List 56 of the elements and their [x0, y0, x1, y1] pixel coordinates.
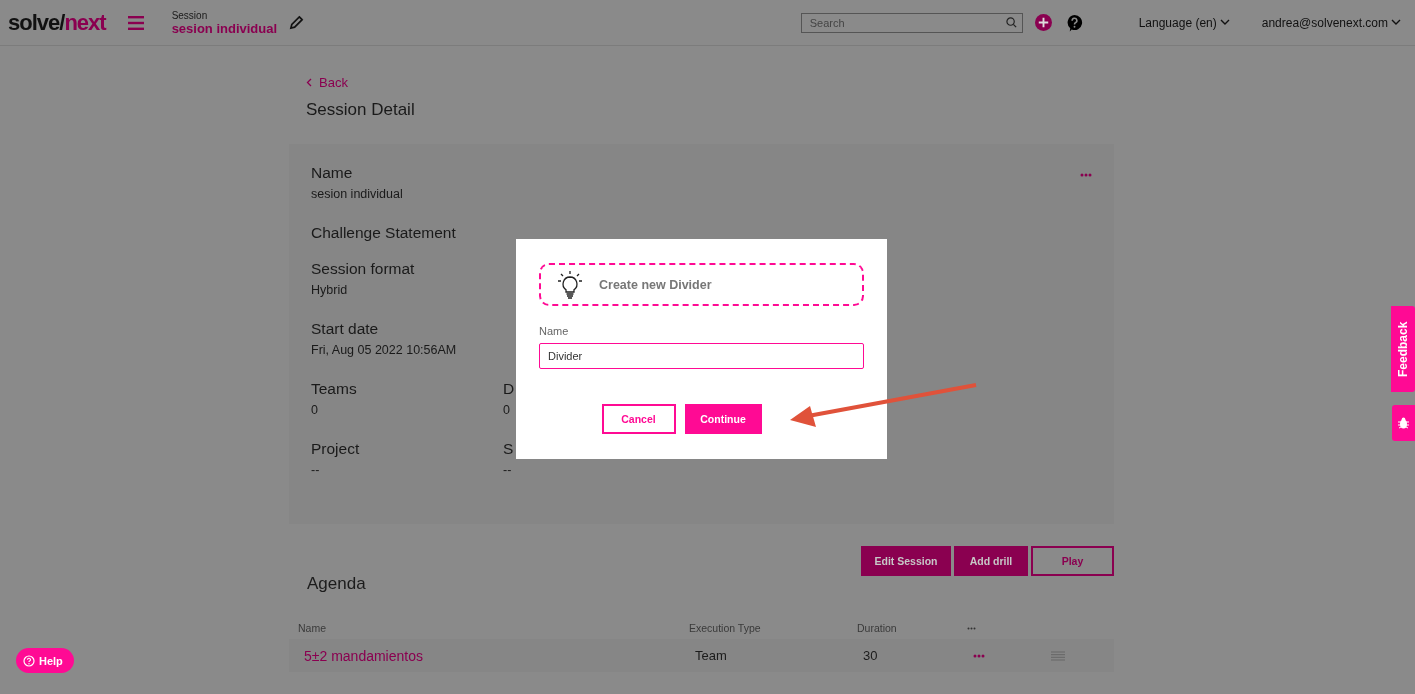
add-icon[interactable] [1034, 14, 1052, 31]
field-value: sesion individual [311, 187, 404, 201]
back-link[interactable]: Back [306, 73, 1114, 91]
help-icon [23, 654, 35, 667]
name-field[interactable]: Divider [539, 343, 864, 369]
feedback-tab[interactable]: Feedback [1391, 306, 1415, 392]
context-label: Session [171, 9, 209, 21]
field-label: Start date [311, 320, 380, 338]
column-header: Duration [857, 622, 898, 634]
table-cell-text: 30 [862, 648, 879, 663]
more-icon[interactable] [1080, 173, 1092, 177]
help-icon[interactable] [1065, 13, 1083, 32]
pencil-icon[interactable] [289, 15, 305, 30]
search-icon[interactable] [1005, 17, 1017, 28]
bug-report-button[interactable] [1392, 405, 1415, 441]
field-label: Name [311, 164, 354, 182]
field-label: Teams [311, 380, 358, 398]
language-menu[interactable]: Language (en) [1138, 15, 1217, 30]
logo[interactable]: solve/next [8, 9, 106, 36]
more-icon[interactable] [973, 653, 985, 658]
menu-icon[interactable] [127, 15, 144, 30]
field-value: 0 [311, 403, 319, 417]
page-title: Session Detail [306, 100, 416, 121]
action-button[interactable]: Play [1031, 546, 1114, 576]
search-field[interactable]: Search [800, 12, 1023, 33]
field-value: 0 [503, 403, 511, 417]
chevron-left-icon [306, 77, 312, 87]
field-value: -- [311, 463, 321, 477]
help-button[interactable]: Help [16, 648, 74, 673]
field-label: Name [539, 325, 570, 337]
field-value: Fri, Aug 05 2022 10:56AM [311, 343, 458, 357]
chevron-down-icon[interactable] [1219, 19, 1230, 26]
dialog-button[interactable]: Cancel [601, 404, 676, 434]
section-title: Agenda [307, 574, 367, 595]
lightbulb-icon [557, 269, 583, 300]
dialog-title: Create new Divider [599, 277, 712, 292]
user-menu[interactable]: andrea@solvenext.com [1261, 15, 1388, 30]
column-header: Execution Type [689, 622, 762, 634]
field-label: Session format [311, 260, 416, 278]
chevron-down-icon[interactable] [1391, 19, 1401, 26]
dialog-button[interactable]: Continue [684, 404, 762, 434]
field-label: Challenge Statement [311, 224, 457, 242]
drag-handle-icon[interactable] [1051, 650, 1065, 661]
field-label: Project [311, 440, 361, 458]
action-button[interactable]: Edit Session [861, 546, 951, 576]
field-label: D [503, 380, 515, 398]
session-title: sesion individual [171, 20, 278, 36]
column-header: Name [297, 622, 327, 634]
drill-name[interactable]: 5±2 mandamientos [289, 647, 689, 664]
field-label: S [503, 440, 514, 458]
field-value: Hybrid [311, 283, 349, 297]
table-cell-text: Team [694, 648, 728, 663]
field-value: -- [503, 463, 513, 477]
bug-icon [1398, 417, 1409, 429]
action-button[interactable]: Add drill [954, 546, 1028, 576]
more-icon[interactable] [967, 626, 976, 630]
